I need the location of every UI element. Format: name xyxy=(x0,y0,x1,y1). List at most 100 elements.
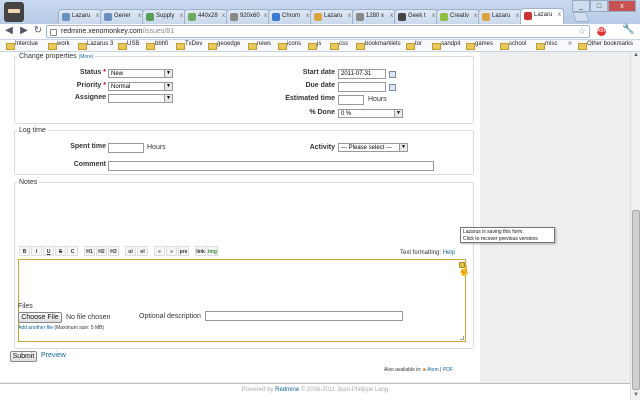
bookmark-folder[interactable]: sandpit xyxy=(432,41,460,50)
bookmark-folder[interactable]: js xyxy=(308,41,321,50)
code-button[interactable]: C xyxy=(67,246,78,256)
scroll-down-icon[interactable]: ▼ xyxy=(632,392,640,400)
browser-tab[interactable]: 440x28 x xyxy=(184,9,228,24)
start-date-input[interactable]: 2011-07-31 xyxy=(338,69,386,79)
scroll-up-icon[interactable]: ▲ xyxy=(632,52,640,60)
scrollbar-thumb[interactable] xyxy=(632,210,640,390)
tab-close-icon[interactable]: x xyxy=(432,13,435,19)
bookmark-folder[interactable]: bookmarklets xyxy=(356,41,401,50)
estimated-time-input[interactable] xyxy=(338,95,364,105)
calendar-icon[interactable] xyxy=(389,71,396,78)
heading1-button[interactable]: H1 xyxy=(84,246,95,256)
calendar-icon[interactable] xyxy=(389,84,396,91)
tab-close-icon[interactable]: x xyxy=(390,13,393,19)
redmine-link[interactable]: Redmine xyxy=(275,387,299,393)
browser-tab[interactable]: Chrom x xyxy=(268,9,312,24)
new-tab-button[interactable] xyxy=(572,12,590,22)
priority-select[interactable]: Normal ▼ xyxy=(108,82,173,91)
due-date-input[interactable] xyxy=(338,82,386,92)
bookmark-folder[interactable]: school xyxy=(500,41,526,50)
wiki-link-button[interactable]: link xyxy=(195,246,206,256)
browser-tab[interactable]: Creativ x xyxy=(436,9,480,24)
wrench-menu-icon[interactable]: 🔧 xyxy=(622,24,634,35)
bookmark-folder[interactable]: Lazarus 3 xyxy=(78,41,113,50)
tab-close-icon[interactable]: x xyxy=(474,13,477,19)
other-bookmarks[interactable]: Other bookmarks xyxy=(578,41,633,50)
reload-icon[interactable]: ↻ xyxy=(31,25,45,36)
pdf-link[interactable]: PDF xyxy=(443,367,453,373)
maximize-icon[interactable]: □ xyxy=(590,0,608,12)
browser-tab[interactable]: 920x60 x xyxy=(226,9,270,24)
submit-button[interactable]: Submit xyxy=(10,351,37,362)
image-button[interactable]: img xyxy=(207,246,218,256)
bold-button[interactable]: B xyxy=(19,246,30,256)
resize-handle[interactable] xyxy=(460,336,464,340)
change-properties-legend: Change properties (More) xyxy=(19,53,94,60)
underline-button[interactable]: U xyxy=(43,246,54,256)
comment-input[interactable] xyxy=(108,161,434,171)
profile-avatar[interactable] xyxy=(4,2,24,22)
tab-close-icon[interactable]: x xyxy=(96,13,99,19)
bookmark-star-icon[interactable]: ☆ xyxy=(578,26,586,37)
close-window-icon[interactable]: x xyxy=(608,0,636,12)
vertical-scrollbar[interactable]: ▲ ▼ xyxy=(630,52,640,400)
bookmark-folder[interactable]: news xyxy=(248,41,271,50)
choose-file-button[interactable]: Choose File xyxy=(18,312,62,323)
optional-description-input[interactable] xyxy=(205,311,403,321)
tab-close-icon[interactable]: x xyxy=(348,13,351,19)
browser-tab[interactable]: Geek tx xyxy=(394,9,438,24)
activity-select[interactable]: --- Please select --- ▼ xyxy=(338,143,408,152)
bookmark-folder[interactable]: USB xyxy=(118,41,139,50)
browser-tab[interactable]: Lazaru x xyxy=(310,9,354,24)
tab-close-icon[interactable]: x xyxy=(264,13,267,19)
add-another-file-link[interactable]: Add another file xyxy=(18,325,53,331)
italic-button[interactable]: I xyxy=(31,246,42,256)
bookmark-folder[interactable]: misc xyxy=(536,41,557,50)
bookmark-folder[interactable]: TxDev xyxy=(176,41,202,50)
browser-tab[interactable]: Gener x xyxy=(100,9,144,24)
help-link[interactable]: Help xyxy=(443,250,455,256)
browser-tab[interactable]: 1280 xx xyxy=(352,9,396,24)
bookmark-folder[interactable]: games xyxy=(466,41,493,50)
address-bar[interactable]: redmine.xenomonkey.com/issues/81 ☆ xyxy=(46,25,590,38)
bookmark-folder[interactable]: bbhfi xyxy=(146,41,168,50)
done-select[interactable]: 0 % ▼ xyxy=(338,109,403,118)
adblock-extension-icon[interactable]: ABP xyxy=(597,27,607,36)
bookmark-folder[interactable]: work xyxy=(48,41,70,50)
bookmark-folder[interactable]: icons xyxy=(278,41,301,50)
bookmark-folder[interactable]: Interclue xyxy=(6,41,38,50)
browser-tab[interactable]: Supply x xyxy=(142,9,186,24)
tab-close-icon[interactable]: x xyxy=(558,12,561,18)
atom-link[interactable]: Atom xyxy=(427,367,439,373)
tab-close-icon[interactable]: x xyxy=(180,13,183,19)
more-link[interactable]: (More) xyxy=(79,54,94,60)
heading3-button[interactable]: H3 xyxy=(108,246,119,256)
spent-time-input[interactable] xyxy=(108,143,144,153)
status-select[interactable]: New ▼ xyxy=(108,69,173,78)
bookmark-folder[interactable]: css xyxy=(330,41,348,50)
blockquote-button[interactable]: « xyxy=(154,246,165,256)
bookmarks-overflow-icon[interactable]: » xyxy=(568,40,572,47)
minimize-icon[interactable]: _ xyxy=(572,0,590,12)
unquote-button[interactable]: » xyxy=(166,246,177,256)
browser-tab[interactable]: Lazaru x xyxy=(58,9,102,24)
browser-tab-active[interactable]: Lazaru x xyxy=(520,8,564,24)
bookmark-folder[interactable]: geoedge xyxy=(208,41,240,50)
tab-close-icon[interactable]: x xyxy=(138,13,141,19)
browser-tab[interactable]: Lazaru x xyxy=(478,9,522,24)
tab-close-icon[interactable]: x xyxy=(222,13,225,19)
heading2-button[interactable]: H2 xyxy=(96,246,107,256)
strikethrough-button[interactable]: S xyxy=(55,246,66,256)
back-icon[interactable]: ◀ xyxy=(2,25,16,36)
preview-link[interactable]: Preview xyxy=(41,352,66,359)
tab-close-icon[interactable]: x xyxy=(306,13,309,19)
unordered-list-button[interactable]: ul xyxy=(125,246,136,256)
assignee-select[interactable]: ▼ xyxy=(108,94,173,103)
ordered-list-button[interactable]: ol xyxy=(137,246,148,256)
preformatted-button[interactable]: pre xyxy=(178,246,189,256)
chevron-down-icon: ▼ xyxy=(399,144,407,151)
browser-tab-bar: Lazaru x Gener x Supply x 440x28 x 920x60 x C… xyxy=(0,0,640,24)
tab-close-icon[interactable]: x xyxy=(516,13,519,19)
bookmark-folder[interactable]: tor xyxy=(406,41,422,50)
forward-icon[interactable]: ▶ xyxy=(17,25,31,36)
